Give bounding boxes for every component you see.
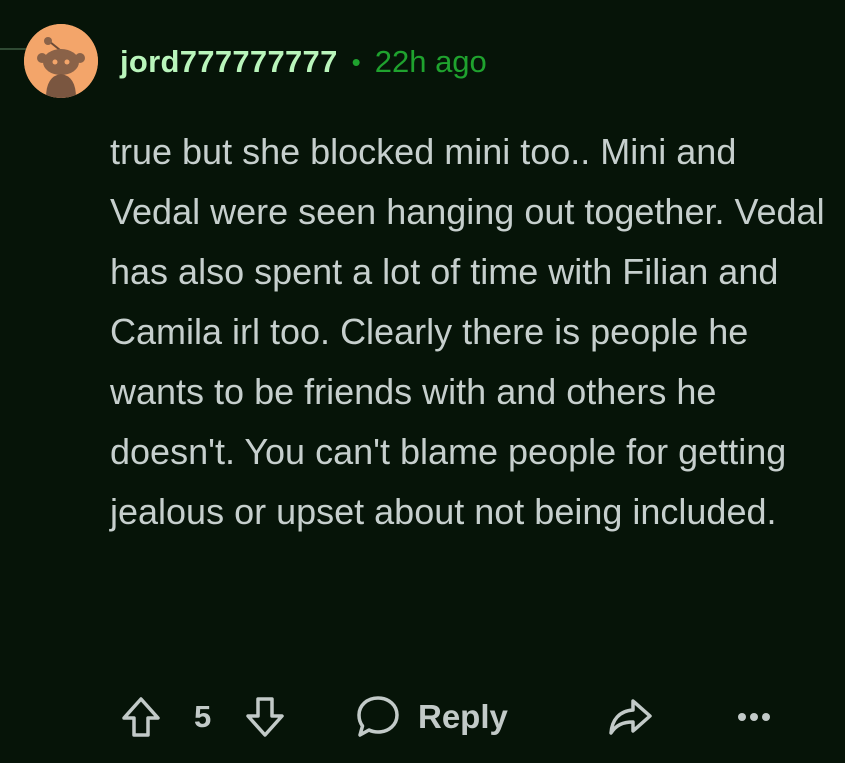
speech-bubble-icon	[357, 696, 399, 737]
more-dots-icon	[738, 713, 770, 721]
arrow-up-icon	[122, 697, 160, 737]
vote-count: 5	[194, 699, 212, 734]
share-button[interactable]	[606, 690, 654, 744]
username[interactable]: jord777777777	[120, 44, 338, 80]
snoo-avatar-icon	[24, 24, 98, 98]
reply-label: Reply	[418, 698, 508, 735]
avatar[interactable]	[24, 24, 98, 98]
thread-line	[0, 48, 26, 80]
downvote-button[interactable]	[242, 690, 288, 744]
more-options-button[interactable]	[736, 690, 772, 744]
comment-body: true but she blocked mini too.. Mini and…	[110, 131, 825, 532]
share-arrow-icon	[609, 699, 652, 735]
arrow-down-icon	[246, 697, 284, 737]
timestamp: 22h ago	[374, 44, 487, 79]
separator-dot: •	[351, 46, 361, 77]
comment-actions: 5 Reply	[118, 690, 798, 744]
upvote-button[interactable]	[118, 690, 164, 744]
comment-header: jord777777777 • 22h ago	[120, 40, 487, 84]
reply-button[interactable]: Reply	[354, 690, 508, 744]
